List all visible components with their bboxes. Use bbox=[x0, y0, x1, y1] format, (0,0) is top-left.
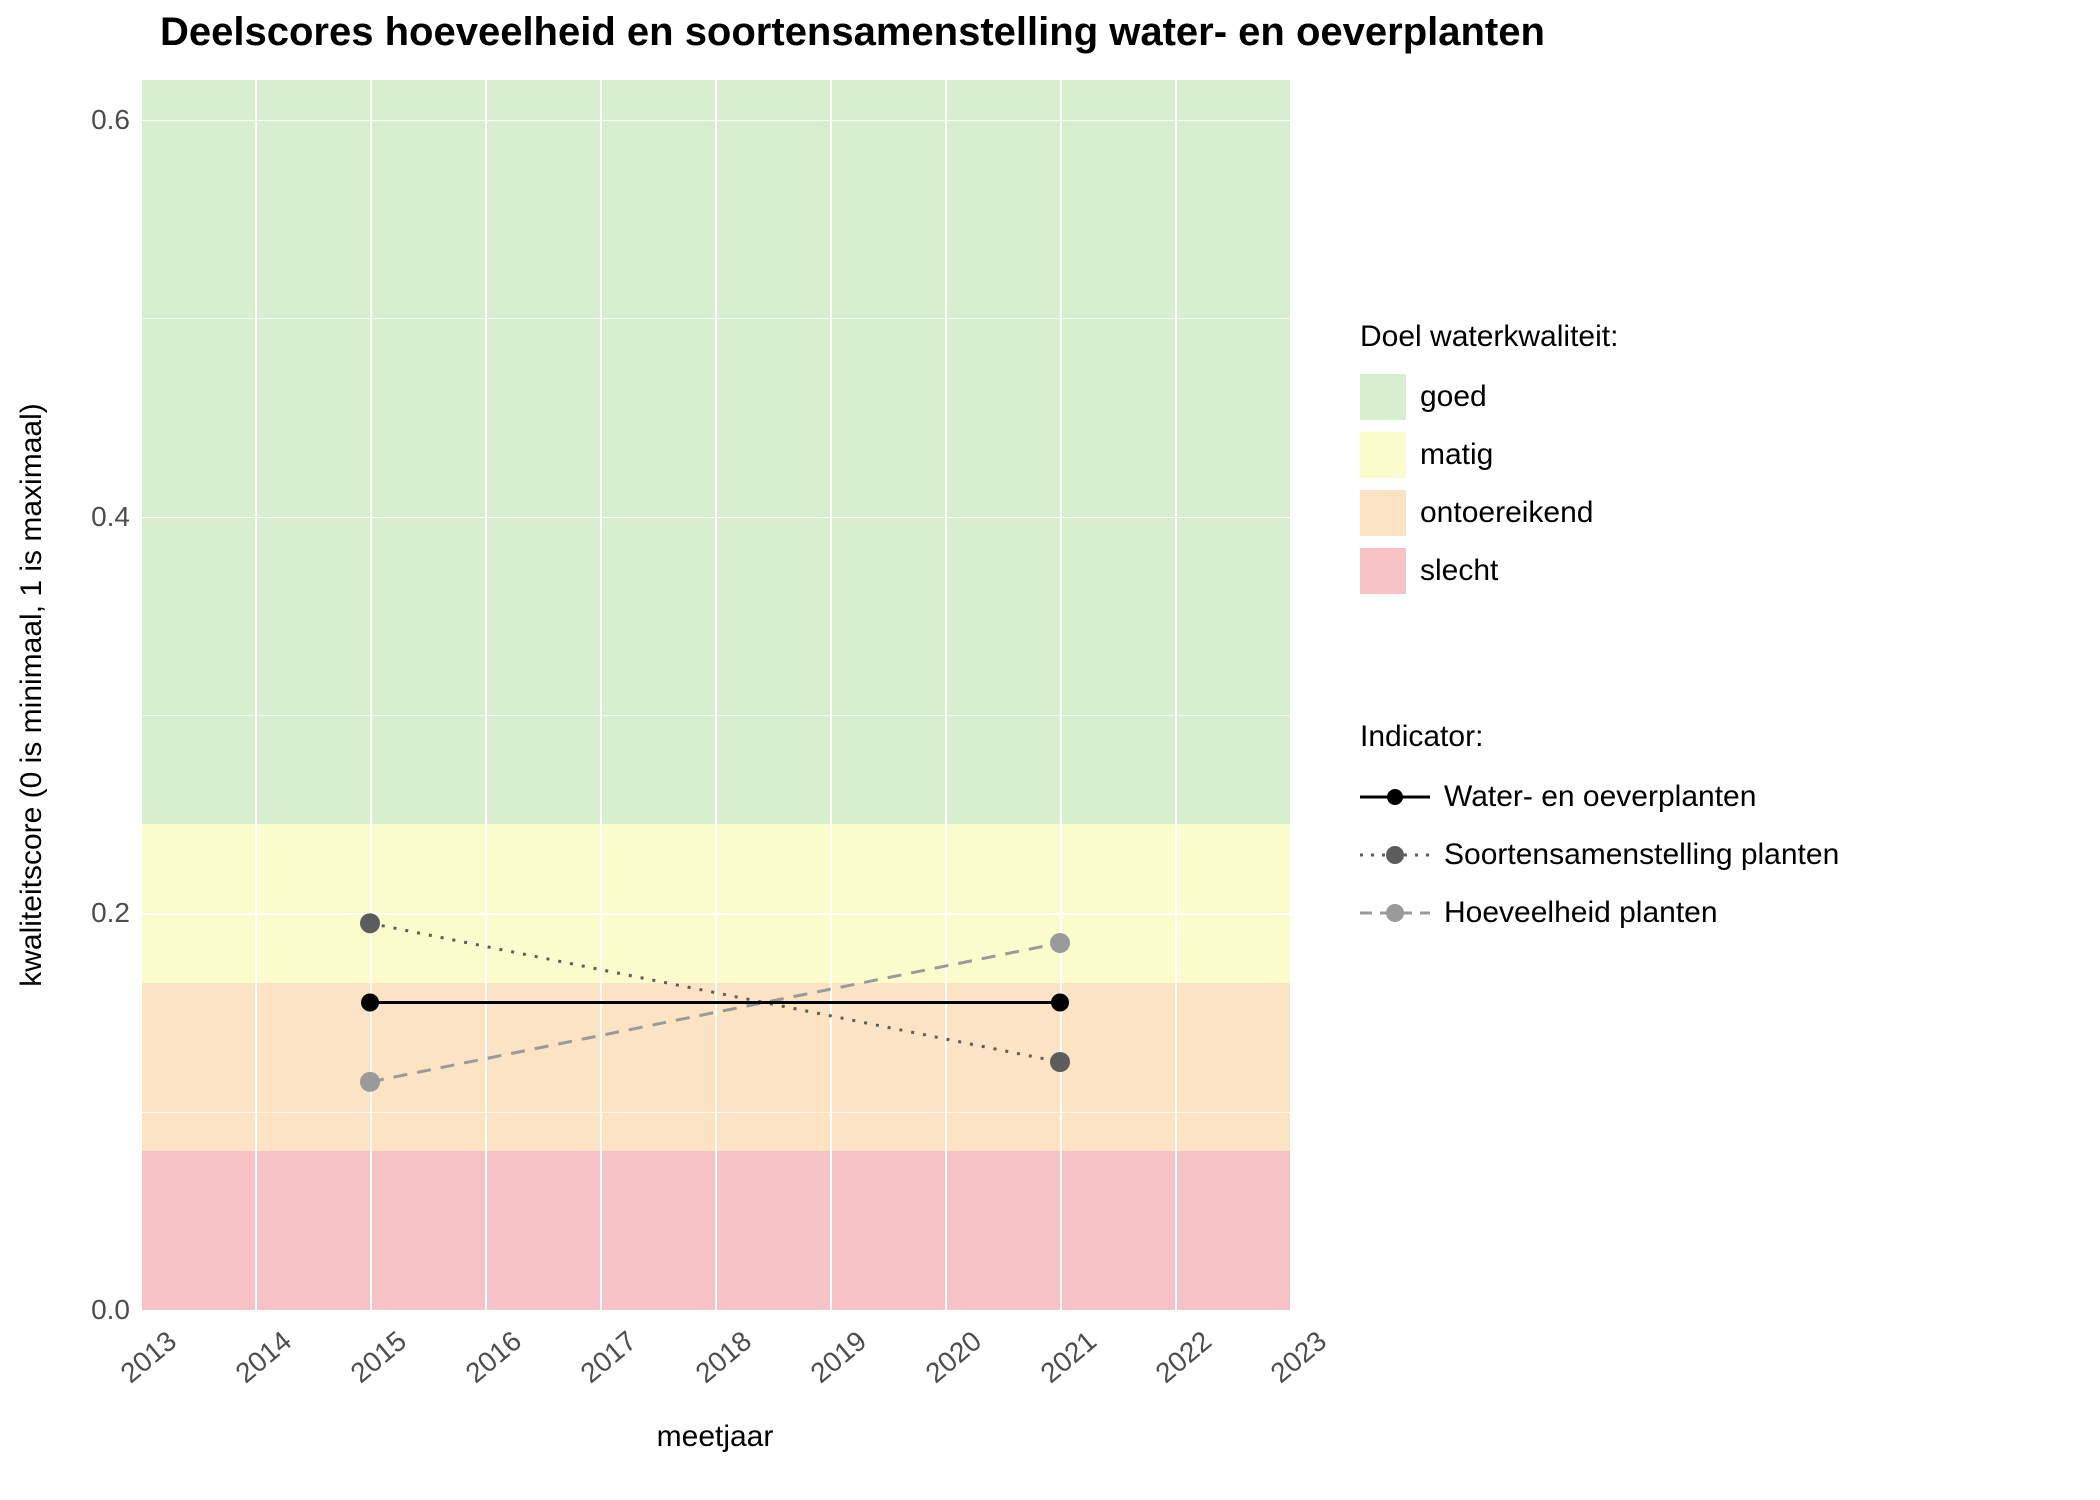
x-axis: 2013 2014 2015 2016 2017 2018 2019 2020 … bbox=[140, 1310, 1290, 1430]
legend-indicators-title: Indicator: bbox=[1360, 720, 2060, 754]
y-tick: 0.2 bbox=[91, 897, 130, 929]
line-soorten bbox=[370, 923, 1060, 1062]
legend-label: goed bbox=[1420, 380, 1487, 414]
series-svg bbox=[140, 80, 1290, 1310]
swatch-goed bbox=[1360, 374, 1406, 420]
chart-container: Deelscores hoeveelheid en soortensamenst… bbox=[0, 0, 2100, 1500]
x-tick: 2019 bbox=[805, 1325, 873, 1390]
legend-bands-title: Doel waterkwaliteit: bbox=[1360, 320, 2060, 354]
legend-indicators: Indicator: Water- en oeverplanten Soorte… bbox=[1360, 720, 2060, 948]
line-hoeveelheid bbox=[370, 943, 1060, 1082]
x-tick: 2016 bbox=[460, 1325, 528, 1390]
x-tick: 2023 bbox=[1265, 1325, 1333, 1390]
legend-item-ontoereikend: ontoereikend bbox=[1360, 490, 2060, 536]
swatch-line-dashed bbox=[1360, 890, 1430, 936]
legend-label: matig bbox=[1420, 438, 1493, 472]
y-axis-label: kwaliteitscore (0 is minimaal, 1 is maxi… bbox=[15, 403, 49, 986]
legend-label: slecht bbox=[1420, 554, 1498, 588]
legend-label: Water- en oeverplanten bbox=[1444, 780, 1756, 814]
y-tick: 0.6 bbox=[91, 104, 130, 136]
x-tick: 2018 bbox=[690, 1325, 758, 1390]
y-tick: 0.4 bbox=[91, 501, 130, 533]
swatch-slecht bbox=[1360, 548, 1406, 594]
x-tick: 2020 bbox=[920, 1325, 988, 1390]
legend-item-hoeveelheid: Hoeveelheid planten bbox=[1360, 890, 2060, 936]
x-tick: 2013 bbox=[115, 1325, 183, 1390]
swatch-ontoereikend bbox=[1360, 490, 1406, 536]
point-soorten bbox=[360, 913, 380, 933]
legend-label: Soortensamenstelling planten bbox=[1444, 838, 1839, 872]
x-axis-label: meetjaar bbox=[140, 1420, 1290, 1454]
grid-v bbox=[1290, 80, 1292, 1310]
legend-item-matig: matig bbox=[1360, 432, 2060, 478]
plot-area bbox=[140, 80, 1290, 1310]
legend-item-water-oever: Water- en oeverplanten bbox=[1360, 774, 2060, 820]
legend-label: ontoereikend bbox=[1420, 496, 1593, 530]
chart-title: Deelscores hoeveelheid en soortensamenst… bbox=[0, 10, 2100, 55]
x-tick: 2015 bbox=[345, 1325, 413, 1390]
x-tick: 2021 bbox=[1035, 1325, 1103, 1390]
legend-item-slecht: slecht bbox=[1360, 548, 2060, 594]
point-soorten bbox=[1050, 1052, 1070, 1072]
x-tick: 2017 bbox=[575, 1325, 643, 1390]
swatch-matig bbox=[1360, 432, 1406, 478]
legend-bands: Doel waterkwaliteit: goed matig ontoerei… bbox=[1360, 320, 2060, 606]
x-tick: 2014 bbox=[230, 1325, 298, 1390]
swatch-line-dotted bbox=[1360, 832, 1430, 878]
point-water-oever bbox=[1051, 994, 1069, 1012]
y-tick: 0.0 bbox=[91, 1294, 130, 1326]
point-hoeveelheid bbox=[1050, 933, 1070, 953]
legend-item-goed: goed bbox=[1360, 374, 2060, 420]
x-tick: 2022 bbox=[1150, 1325, 1218, 1390]
point-hoeveelheid bbox=[360, 1072, 380, 1092]
y-axis: 0.0 0.2 0.4 0.6 bbox=[60, 80, 140, 1310]
legend-label: Hoeveelheid planten bbox=[1444, 896, 1718, 930]
legend-item-soorten: Soortensamenstelling planten bbox=[1360, 832, 2060, 878]
point-water-oever bbox=[361, 994, 379, 1012]
swatch-line-solid bbox=[1360, 774, 1430, 820]
